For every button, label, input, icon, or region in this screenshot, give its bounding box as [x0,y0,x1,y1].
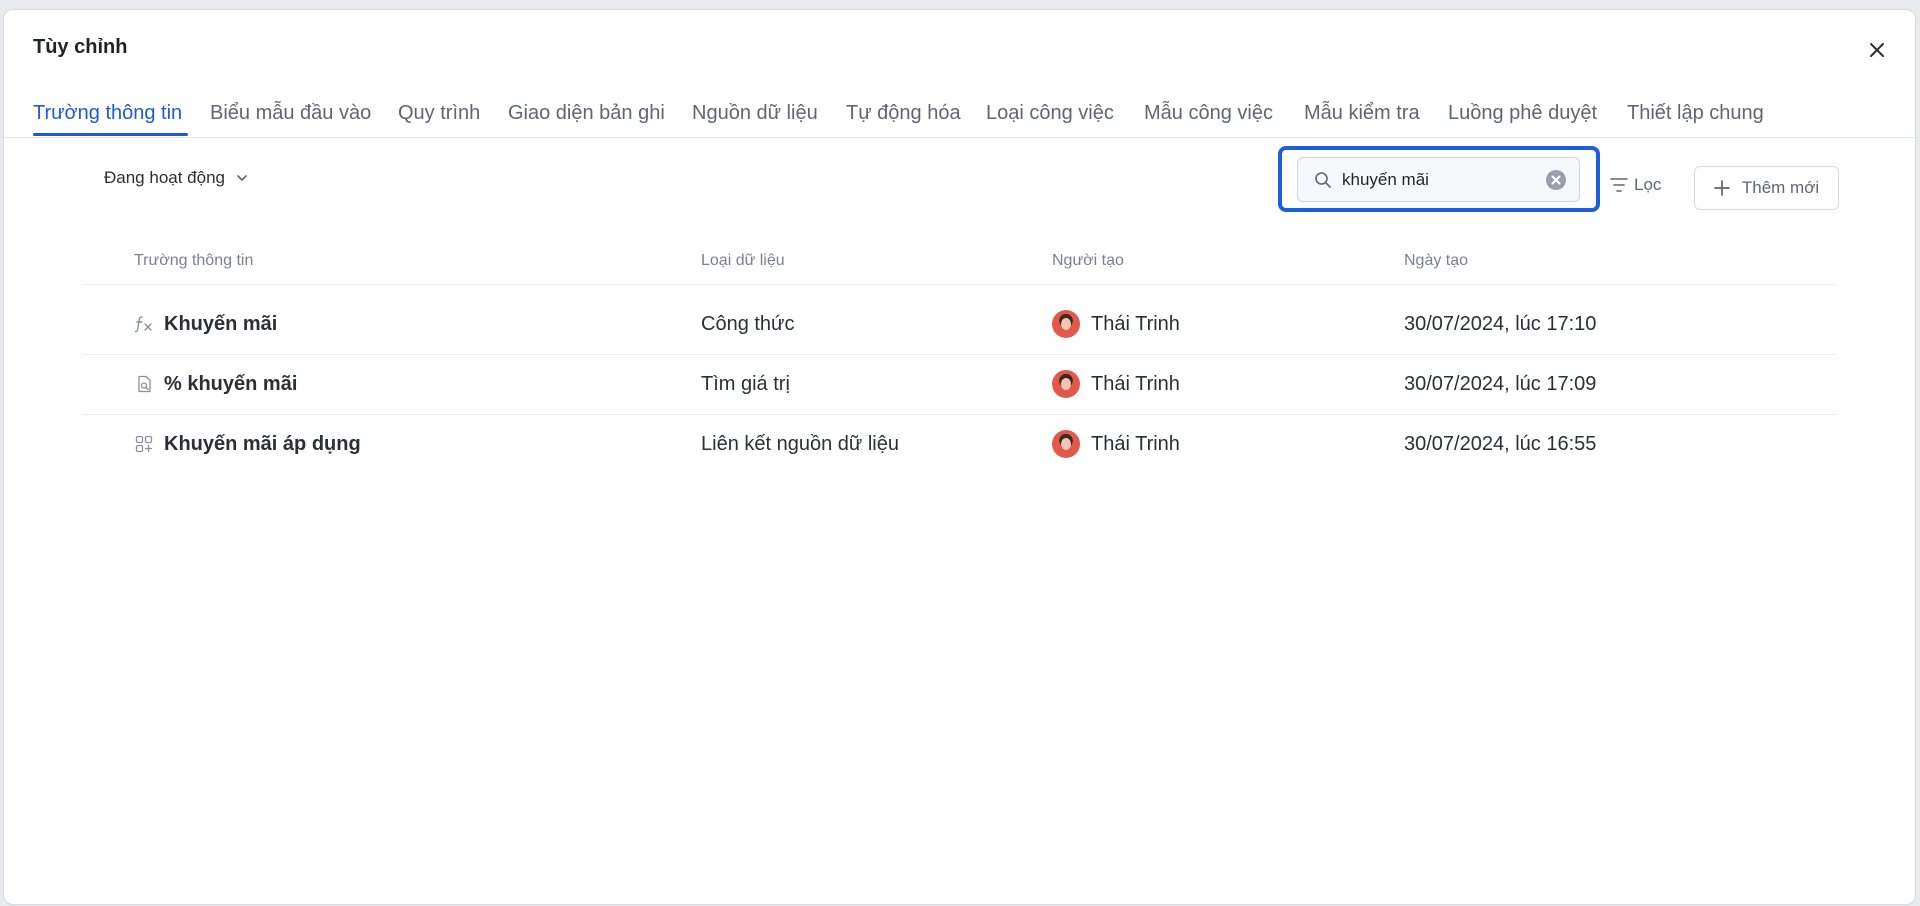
search-input[interactable] [1342,169,1532,190]
tab-tu-dong-hoa[interactable]: Tự động hóa [846,102,961,125]
column-header-creator[interactable]: Người tạo [1052,252,1124,270]
add-new-label: Thêm mới [1741,178,1820,197]
tab-mau-kiem-tra[interactable]: Mẫu kiểm tra [1304,102,1420,125]
avatar [1052,370,1080,398]
column-header-created-date[interactable]: Ngày tạo [1404,252,1468,270]
customize-modal: Tùy chỉnh Trường thông tin Biểu mẫu đầu … [3,9,1916,905]
filter-label: Lọc [1634,175,1662,194]
header-divider [82,284,1836,285]
field-name: Khuyến mãi áp dụng [164,432,361,455]
creator-name: Thái Trinh [1091,372,1180,395]
table-row[interactable]: Khuyến mãi áp dụng Liên kết nguồn dữ liệ… [82,414,1836,474]
filter-button[interactable]: Lọc [1610,175,1661,195]
creator-name: Thái Trinh [1091,432,1180,455]
avatar [1052,310,1080,338]
add-new-button[interactable]: Thêm mới [1694,166,1839,210]
formula-icon [134,314,154,334]
tab-nguon-du-lieu[interactable]: Nguồn dữ liệu [692,102,818,125]
field-name: % khuyến mãi [164,372,298,395]
tab-thiet-lap-chung[interactable]: Thiết lập chung [1627,102,1764,125]
tab-loai-cong-viec[interactable]: Loại công việc [986,102,1114,125]
tab-bar: Trường thông tin Biểu mẫu đầu vào Quy tr… [4,88,1915,138]
tab-luong-phe-duyet[interactable]: Luồng phê duyệt [1448,102,1597,125]
chevron-down-icon [237,175,247,181]
table-header: Trường thông tin Loại dữ liệu Người tạo … [4,250,1915,294]
search-icon [1314,171,1332,189]
active-tab-indicator [33,133,188,136]
tab-mau-cong-viec[interactable]: Mẫu công việc [1144,102,1273,125]
tab-giao-dien-ban-ghi[interactable]: Giao diện bản ghi [508,102,665,125]
created-date-cell: 30/07/2024, lúc 17:09 [1404,372,1597,395]
column-header-data-type[interactable]: Loại dữ liệu [701,252,785,270]
data-type-cell: Liên kết nguồn dữ liệu [701,432,899,455]
field-name: Khuyến mãi [164,312,278,335]
clear-search-icon[interactable] [1545,169,1567,191]
tab-bieu-mau-dau-vao[interactable]: Biểu mẫu đầu vào [210,102,371,125]
plus-icon [1714,180,1730,196]
close-icon [1870,43,1884,57]
table-row[interactable]: Khuyến mãi Công thức Thái Trinh 30/07/20… [82,294,1836,354]
creator-name: Thái Trinh [1091,312,1180,335]
created-date-cell: 30/07/2024, lúc 17:10 [1404,312,1597,335]
filter-icon [1610,178,1628,192]
data-type-cell: Tìm giá trị [701,372,790,395]
close-button[interactable] [1863,36,1891,64]
data-type-cell: Công thức [701,312,795,335]
status-filter-label: Đang hoạt động [104,168,225,187]
search-box [1297,157,1580,202]
modal-title: Tùy chỉnh [33,36,128,58]
avatar [1052,430,1080,458]
created-date-cell: 30/07/2024, lúc 16:55 [1404,432,1597,455]
linked-source-icon [134,434,154,454]
status-filter-dropdown[interactable]: Đang hoạt động [104,168,249,188]
table-row[interactable]: % khuyến mãi Tìm giá trị Thái Trinh 30/0… [82,354,1836,414]
lookup-icon [134,374,154,394]
tab-quy-trinh[interactable]: Quy trình [398,102,480,125]
tab-truong-thong-tin[interactable]: Trường thông tin [33,102,182,125]
column-header-field[interactable]: Trường thông tin [134,252,253,270]
